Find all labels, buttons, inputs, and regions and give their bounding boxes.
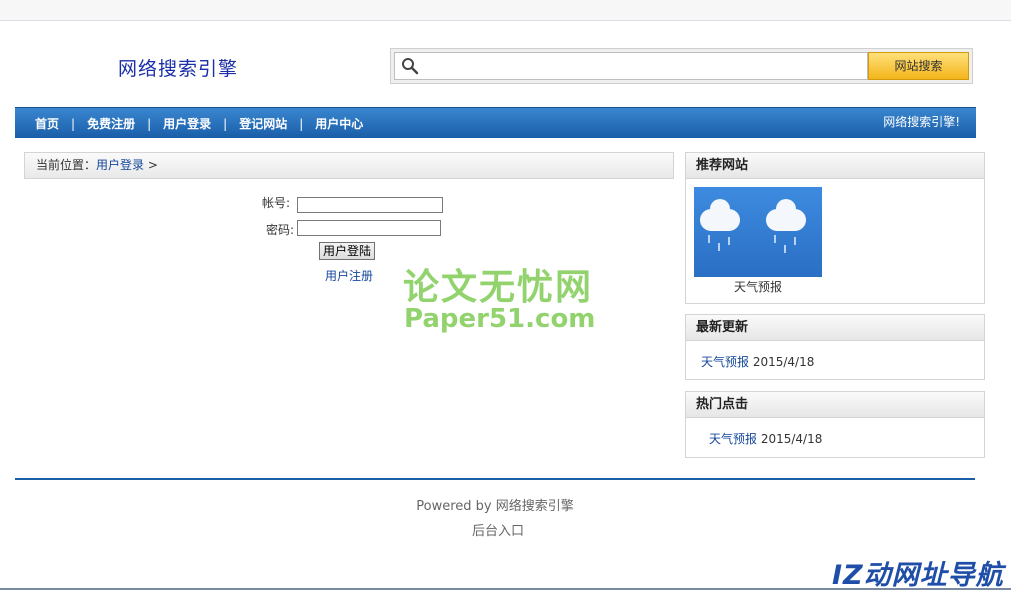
footer-divider xyxy=(15,478,975,480)
watermark-text-cn: 论文无忧网 xyxy=(403,267,594,308)
rain-drop xyxy=(784,245,786,253)
hot-item: 天气预报 2015/4/18 xyxy=(709,430,822,447)
hot-title: 热门点击 xyxy=(686,392,984,418)
nav-separator: | xyxy=(299,116,304,131)
site-logo[interactable]: 网络搜索引擎 xyxy=(118,54,238,81)
search-field-wrapper[interactable] xyxy=(394,52,868,80)
login-button[interactable]: 用户登陆 xyxy=(319,242,375,260)
breadcrumb-link-login[interactable]: 用户登录 xyxy=(96,158,144,172)
latest-item: 天气预报 2015/4/18 xyxy=(701,353,814,370)
watermark-text-en: Paper51.com xyxy=(404,304,596,334)
account-input[interactable] xyxy=(297,197,443,213)
search-bar: 网站搜索 xyxy=(390,48,973,84)
nav-separator: | xyxy=(223,116,228,131)
cloud-icon xyxy=(766,199,806,231)
latest-title: 最新更新 xyxy=(686,315,984,341)
latest-item-link[interactable]: 天气预报 xyxy=(701,355,749,369)
rain-drop xyxy=(708,235,710,243)
hot-item-link[interactable]: 天气预报 xyxy=(709,432,757,446)
breadcrumb-arrow: > xyxy=(144,158,158,172)
rain-drop xyxy=(718,243,720,251)
account-label: 帐号: xyxy=(262,196,291,210)
weather-caption[interactable]: 天气预报 xyxy=(734,278,782,295)
hot-item-date: 2015/4/18 xyxy=(760,432,823,446)
footer-admin-link[interactable]: 后台入口 xyxy=(0,520,996,539)
nav-item-login[interactable]: 用户登录 | xyxy=(163,115,239,132)
corner-watermark: IZ动网址导航 xyxy=(832,560,1004,591)
recommended-panel: 推荐网站 天气预报 xyxy=(685,152,985,304)
password-input[interactable] xyxy=(297,220,441,236)
nav-item-register[interactable]: 免费注册 | xyxy=(87,115,163,132)
rain-drop xyxy=(728,237,730,245)
cloud-icon xyxy=(700,199,740,231)
hot-panel: 热门点击 天气预报 2015/4/18 xyxy=(685,391,985,458)
rain-drop xyxy=(774,235,776,243)
main-nav: 首页 | 免费注册 | 用户登录 | 登记网站 | 用户中心 网络搜索引擎! xyxy=(15,107,976,138)
nav-separator: | xyxy=(147,116,152,131)
breadcrumb-prefix: 当前位置： xyxy=(36,158,97,172)
search-icon xyxy=(402,58,419,75)
register-link[interactable]: 用户注册 xyxy=(325,267,373,284)
site-search-button[interactable]: 网站搜索 xyxy=(868,52,969,80)
nav-item-home[interactable]: 首页 | xyxy=(35,115,87,132)
footer-powered-by: Powered by 网络搜索引擎 xyxy=(416,499,574,514)
top-strip xyxy=(0,0,1011,21)
password-label: 密码: xyxy=(266,223,295,237)
rain-drop xyxy=(794,237,796,245)
breadcrumb: 当前位置：用户登录 > xyxy=(24,152,674,179)
nav-slogan: 网络搜索引擎! xyxy=(883,115,960,129)
latest-item-date: 2015/4/18 xyxy=(752,355,815,369)
nav-item-submit-site[interactable]: 登记网站 | xyxy=(239,115,315,132)
latest-panel: 最新更新 天气预报 2015/4/18 xyxy=(685,314,985,380)
weather-thumbnail[interactable] xyxy=(694,187,822,277)
search-input[interactable] xyxy=(425,55,865,79)
bottom-border xyxy=(0,588,1011,590)
recommended-title: 推荐网站 xyxy=(686,153,984,179)
nav-separator: | xyxy=(71,116,76,131)
nav-item-user-center[interactable]: 用户中心 xyxy=(315,115,363,132)
